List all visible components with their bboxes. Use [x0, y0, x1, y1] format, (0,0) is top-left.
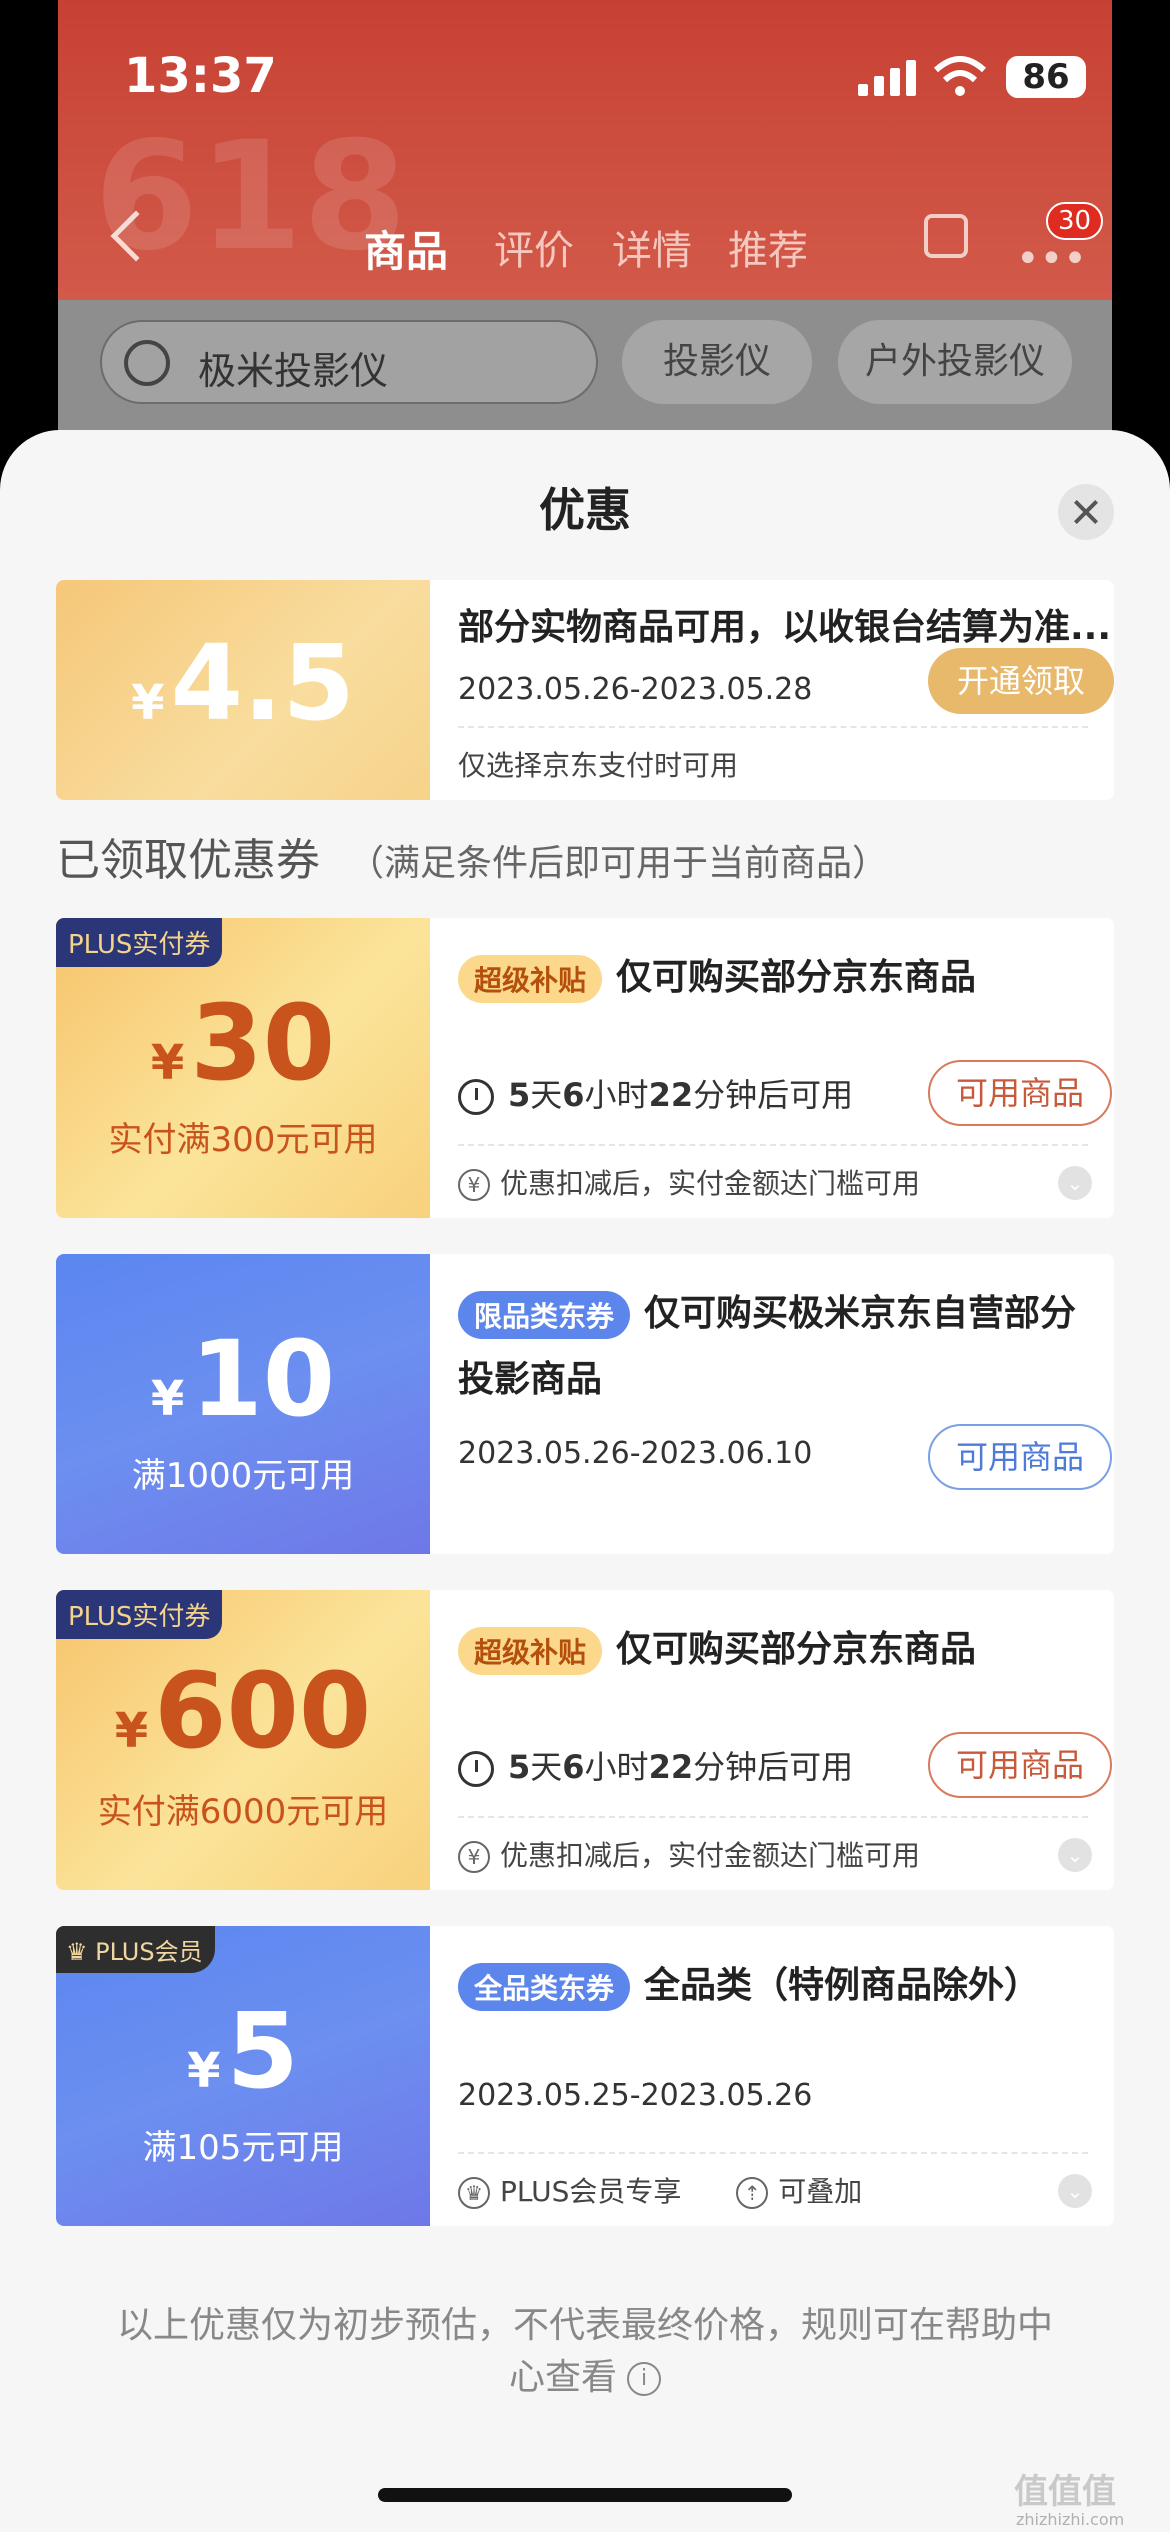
section-subheading: （满足条件后即可用于当前商品） [348, 843, 889, 884]
coupon-condition: 实付满6000元可用 [97, 1792, 389, 1832]
message-badge: 30 [1046, 202, 1104, 240]
coupon-note: ¥ 优惠扣减后，实付金额达门槛可用 [458, 1162, 920, 1202]
signal-icon [858, 60, 918, 96]
info-icon[interactable]: i [627, 2362, 661, 2396]
divider [458, 726, 1088, 728]
search-chip-outdoor-projector[interactable]: 户外投影仪 [838, 320, 1072, 404]
coupon-type-pill: 超级补贴 [458, 1627, 603, 1675]
coupon-note: 仅选择京东支付时可用 [458, 749, 739, 782]
section-header: 已领取优惠券 （满足条件后即可用于当前商品） [56, 824, 888, 888]
clock-icon [458, 1751, 494, 1787]
coupon-type-pill: 超级补贴 [458, 955, 603, 1003]
coupon-date: 2023.05.26-2023.06.10 [458, 1436, 813, 1471]
watermark-logo: 值值值 [1014, 2472, 1116, 2512]
search-icon [124, 340, 170, 386]
coupon-left-panel: ♛ PLUS会员 ¥5 满105元可用 [56, 1926, 430, 2226]
coupon-card: PLUS实付券 ¥600 实付满6000元可用 超级补贴 仅可购买部分京东商品 5… [56, 1590, 1114, 1890]
share-icon[interactable] [924, 214, 968, 258]
coupon-left-panel: PLUS实付券 ¥600 实付满6000元可用 [56, 1590, 430, 1890]
search-chip-projector[interactable]: 投影仪 [622, 320, 812, 404]
search-input[interactable]: 极米投影仪 [100, 320, 598, 404]
search-row: 极米投影仪 投影仪 户外投影仪 [58, 300, 1112, 430]
coupon-sheet: 优惠 ¥4.5 部分实物商品可用，以收银台结算为准... 2023.05.26-… [0, 430, 1170, 2532]
product-nav-bar: 618 商品 评价 详情 推荐 ••• 30 [58, 110, 1112, 300]
search-query: 极米投影仪 [198, 349, 389, 393]
plus-member-tag: ♛ PLUS会员 [56, 1926, 215, 1973]
divider [458, 2152, 1088, 2154]
watermark-url: zhizhizhi.com [1016, 2510, 1125, 2529]
coupon-type-pill: 全品类东券 [458, 1963, 631, 2011]
coupon-condition: 满1000元可用 [131, 1456, 355, 1496]
coupon-title: 全品类东券 全品类（特例商品除外） [458, 1956, 1040, 2011]
coupon-amount: ¥10 [150, 1318, 336, 1440]
coupon-condition: 满105元可用 [142, 2128, 344, 2168]
coupon-date: 2023.05.26-2023.05.28 [458, 672, 813, 707]
coupon-amount: ¥30 [150, 982, 336, 1104]
available-products-button[interactable]: 可用商品 [928, 1732, 1112, 1798]
coupon-left-panel: PLUS实付券 ¥30 实付满300元可用 [56, 918, 430, 1218]
coupon-card: ¥4.5 部分实物商品可用，以收银台结算为准... 2023.05.26-202… [56, 580, 1114, 800]
coupon-features: ♛ PLUS会员专享 ⇡ 可叠加 [458, 2170, 862, 2210]
banner-618-text: 618 [94, 110, 408, 284]
coupon-countdown: 5天6小时22分钟后可用 [458, 1742, 853, 1788]
crown-icon: ♛ [458, 2177, 490, 2209]
coupon-title: 部分实物商品可用，以收银台结算为准... [458, 607, 1112, 648]
coupon-countdown: 5天6小时22分钟后可用 [458, 1070, 853, 1116]
coupon-amount: ¥4.5 [131, 622, 355, 744]
battery-indicator: 86 [1006, 56, 1086, 98]
coupon-card: PLUS实付券 ¥30 实付满300元可用 超级补贴 仅可购买部分京东商品 5天6… [56, 918, 1114, 1218]
tab-products[interactable]: 商品 [364, 218, 448, 279]
section-heading: 已领取优惠券 [56, 835, 320, 886]
coupon-title: 限品类东券 仅可购买极米京东自营部分 [458, 1284, 1076, 1339]
coupon-card: ¥10 满1000元可用 限品类东券 仅可购买极米京东自营部分 投影商品 2023… [56, 1254, 1114, 1554]
coupon-title-line2: 投影商品 [458, 1359, 603, 1400]
coupon-amount: ¥5 [187, 1990, 299, 2112]
expand-icon[interactable]: ⌄ [1058, 1838, 1092, 1872]
coupon-date: 2023.05.25-2023.05.26 [458, 2078, 813, 2113]
available-products-button[interactable]: 可用商品 [928, 1424, 1112, 1490]
coupon-title: 超级补贴 仅可购买部分京东商品 [458, 1620, 976, 1675]
yen-icon: ¥ [458, 1841, 490, 1873]
home-indicator[interactable] [378, 2488, 792, 2502]
available-products-button[interactable]: 可用商品 [928, 1060, 1112, 1126]
divider [458, 1816, 1088, 1818]
coupon-left-panel: ¥4.5 [56, 580, 430, 800]
coupon-amount: ¥600 [114, 1650, 372, 1772]
coupon-left-panel: ¥10 满1000元可用 [56, 1254, 430, 1554]
expand-icon[interactable]: ⌄ [1058, 1166, 1092, 1200]
tab-details[interactable]: 详情 [612, 218, 692, 276]
coupon-condition: 实付满300元可用 [108, 1120, 378, 1160]
crown-icon: ♛ [66, 1938, 96, 1966]
coupon-card: ♛ PLUS会员 ¥5 满105元可用 全品类东券 全品类（特例商品除外） 202… [56, 1926, 1114, 2226]
disclaimer-text: 以上优惠仅为初步预估，不代表最终价格，规则可在帮助中 心查看 i [116, 2305, 1053, 2398]
close-icon[interactable] [1058, 484, 1114, 540]
wifi-icon [933, 56, 987, 96]
coupon-title: 超级补贴 仅可购买部分京东商品 [458, 948, 976, 1003]
expand-icon[interactable]: ⌄ [1058, 2174, 1092, 2208]
divider [458, 1144, 1088, 1146]
coupon-tag: PLUS实付券 [56, 1590, 223, 1639]
coupon-note: ¥ 优惠扣减后，实付金额达门槛可用 [458, 1834, 920, 1874]
clock-icon [458, 1079, 494, 1115]
coupon-tag: PLUS实付券 [56, 918, 223, 967]
yen-icon: ¥ [458, 1169, 490, 1201]
tab-recommend[interactable]: 推荐 [728, 218, 808, 276]
activate-claim-button[interactable]: 开通领取 [928, 648, 1114, 714]
status-time: 13:37 [124, 48, 277, 104]
coupon-type-pill: 限品类东券 [458, 1291, 631, 1339]
stack-icon: ⇡ [736, 2177, 769, 2209]
tab-reviews[interactable]: 评价 [494, 218, 574, 276]
more-icon[interactable]: ••• [1016, 236, 1087, 282]
sheet-title: 优惠 [539, 483, 631, 537]
